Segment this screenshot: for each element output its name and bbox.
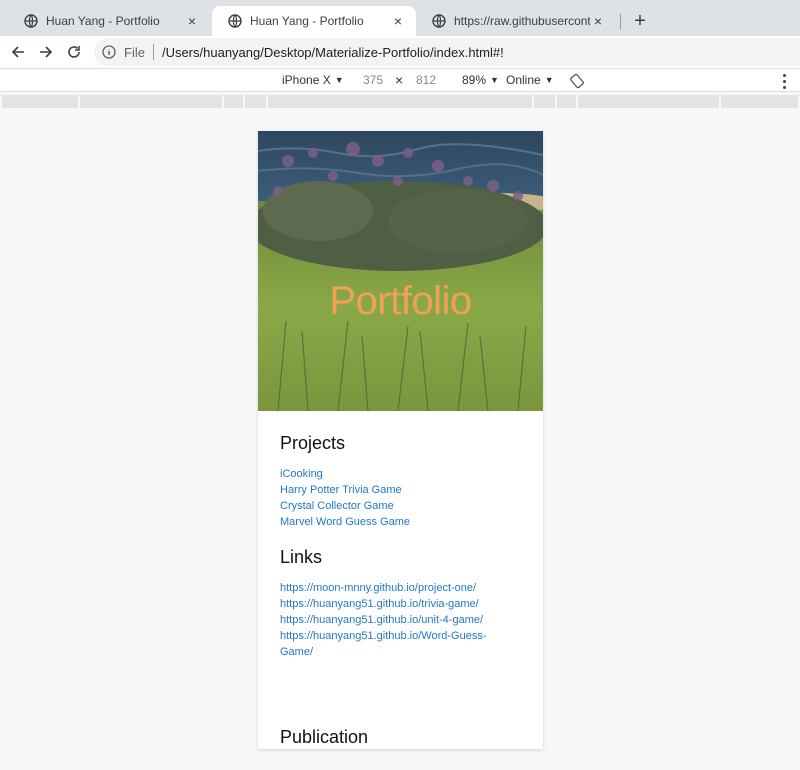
close-tab-icon[interactable]: × bbox=[390, 13, 406, 29]
network-value: Online bbox=[506, 73, 541, 87]
projects-list: iCooking Harry Potter Trivia Game Crysta… bbox=[280, 466, 521, 530]
device-toolbar: iPhone X ▼ 375 × 812 89% ▼ Online ▼ bbox=[0, 68, 800, 92]
url-link[interactable]: https://huanyang51.github.io/trivia-game… bbox=[280, 596, 521, 612]
network-select[interactable]: Online ▼ bbox=[506, 73, 554, 87]
url-divider bbox=[152, 44, 154, 60]
url-link[interactable]: https://huanyang51.github.io/unit-4-game… bbox=[280, 612, 521, 628]
more-options-icon[interactable] bbox=[778, 72, 790, 90]
hero-title: Portfolio bbox=[329, 279, 472, 323]
new-tab-button[interactable]: + bbox=[628, 10, 652, 34]
ruler-segment[interactable] bbox=[557, 95, 576, 108]
tab-raw-github[interactable]: https://raw.githubusercontent.c × bbox=[416, 6, 616, 36]
close-tab-icon[interactable]: × bbox=[184, 13, 200, 29]
media-query-bar bbox=[0, 93, 800, 110]
url-path[interactable]: /Users/huanyang/Desktop/Materialize-Port… bbox=[162, 45, 504, 60]
ruler-segment[interactable] bbox=[721, 95, 798, 108]
globe-icon bbox=[228, 14, 242, 28]
url-link[interactable]: https://huanyang51.github.io/Word-Guess-… bbox=[280, 628, 495, 660]
times-icon: × bbox=[395, 72, 404, 88]
hero-image bbox=[258, 131, 543, 411]
rotate-icon[interactable] bbox=[569, 73, 585, 89]
url-scheme: File bbox=[124, 44, 145, 60]
tab-title: Huan Yang - Portfolio bbox=[250, 14, 364, 28]
back-button[interactable] bbox=[6, 40, 30, 64]
close-tab-icon[interactable]: × bbox=[590, 13, 606, 29]
project-link[interactable]: Marvel Word Guess Game bbox=[280, 514, 521, 530]
ruler-segment[interactable] bbox=[534, 95, 555, 108]
links-list: https://moon-mnny.github.io/project-one/… bbox=[280, 580, 521, 660]
links-heading: Links bbox=[280, 547, 323, 567]
ruler-segment[interactable] bbox=[80, 95, 222, 108]
browser-chrome: Huan Yang - Portfolio × Huan Yang - Port… bbox=[0, 0, 800, 110]
device-viewport: Portfolio Projects iCooking Harry Potter… bbox=[258, 131, 543, 749]
arrow-left-icon bbox=[11, 46, 24, 58]
globe-icon bbox=[432, 14, 446, 28]
address-bar[interactable]: File /Users/huanyang/Desktop/Materialize… bbox=[94, 38, 800, 66]
project-link[interactable]: Harry Potter Trivia Game bbox=[280, 482, 521, 498]
page-content: Projects iCooking Harry Potter Trivia Ga… bbox=[258, 411, 543, 748]
reload-button[interactable] bbox=[62, 40, 86, 64]
tab-title: Huan Yang - Portfolio bbox=[46, 14, 160, 28]
globe-icon bbox=[24, 14, 38, 28]
tab-separator bbox=[620, 14, 621, 30]
ruler-segment[interactable] bbox=[224, 95, 243, 108]
tab-strip: Huan Yang - Portfolio × Huan Yang - Port… bbox=[0, 0, 800, 36]
browser-toolbar: File /Users/huanyang/Desktop/Materialize… bbox=[0, 36, 800, 68]
ruler-segment[interactable] bbox=[268, 95, 532, 108]
caret-down-icon: ▼ bbox=[490, 75, 499, 85]
width-input[interactable]: 375 bbox=[363, 73, 383, 87]
project-link[interactable]: Crystal Collector Game bbox=[280, 498, 521, 514]
url-link[interactable]: https://moon-mnny.github.io/project-one/ bbox=[280, 580, 521, 596]
project-link[interactable]: iCooking bbox=[280, 466, 521, 482]
publication-heading: Publication bbox=[280, 727, 369, 747]
tab-portfolio-2[interactable]: Huan Yang - Portfolio × bbox=[212, 6, 416, 36]
tab-title: https://raw.githubusercontent.c bbox=[454, 14, 590, 28]
zoom-value: 89% bbox=[462, 73, 487, 87]
projects-heading: Projects bbox=[280, 433, 346, 453]
device-select[interactable]: iPhone X ▼ bbox=[282, 73, 344, 87]
reload-icon bbox=[68, 46, 80, 58]
ruler-segment[interactable] bbox=[578, 95, 719, 108]
ruler-segment[interactable] bbox=[2, 95, 78, 108]
arrow-right-icon bbox=[40, 46, 53, 58]
height-input[interactable]: 812 bbox=[416, 73, 436, 87]
device-name: iPhone X bbox=[282, 73, 331, 87]
info-icon[interactable] bbox=[102, 45, 116, 59]
caret-down-icon: ▼ bbox=[544, 75, 554, 85]
hero-banner: Portfolio bbox=[258, 131, 543, 411]
forward-button[interactable] bbox=[34, 40, 58, 64]
tab-portfolio-1[interactable]: Huan Yang - Portfolio × bbox=[8, 6, 210, 36]
caret-down-icon: ▼ bbox=[334, 75, 344, 85]
ruler-segment[interactable] bbox=[245, 95, 266, 108]
zoom-select[interactable]: 89% ▼ bbox=[462, 73, 499, 87]
